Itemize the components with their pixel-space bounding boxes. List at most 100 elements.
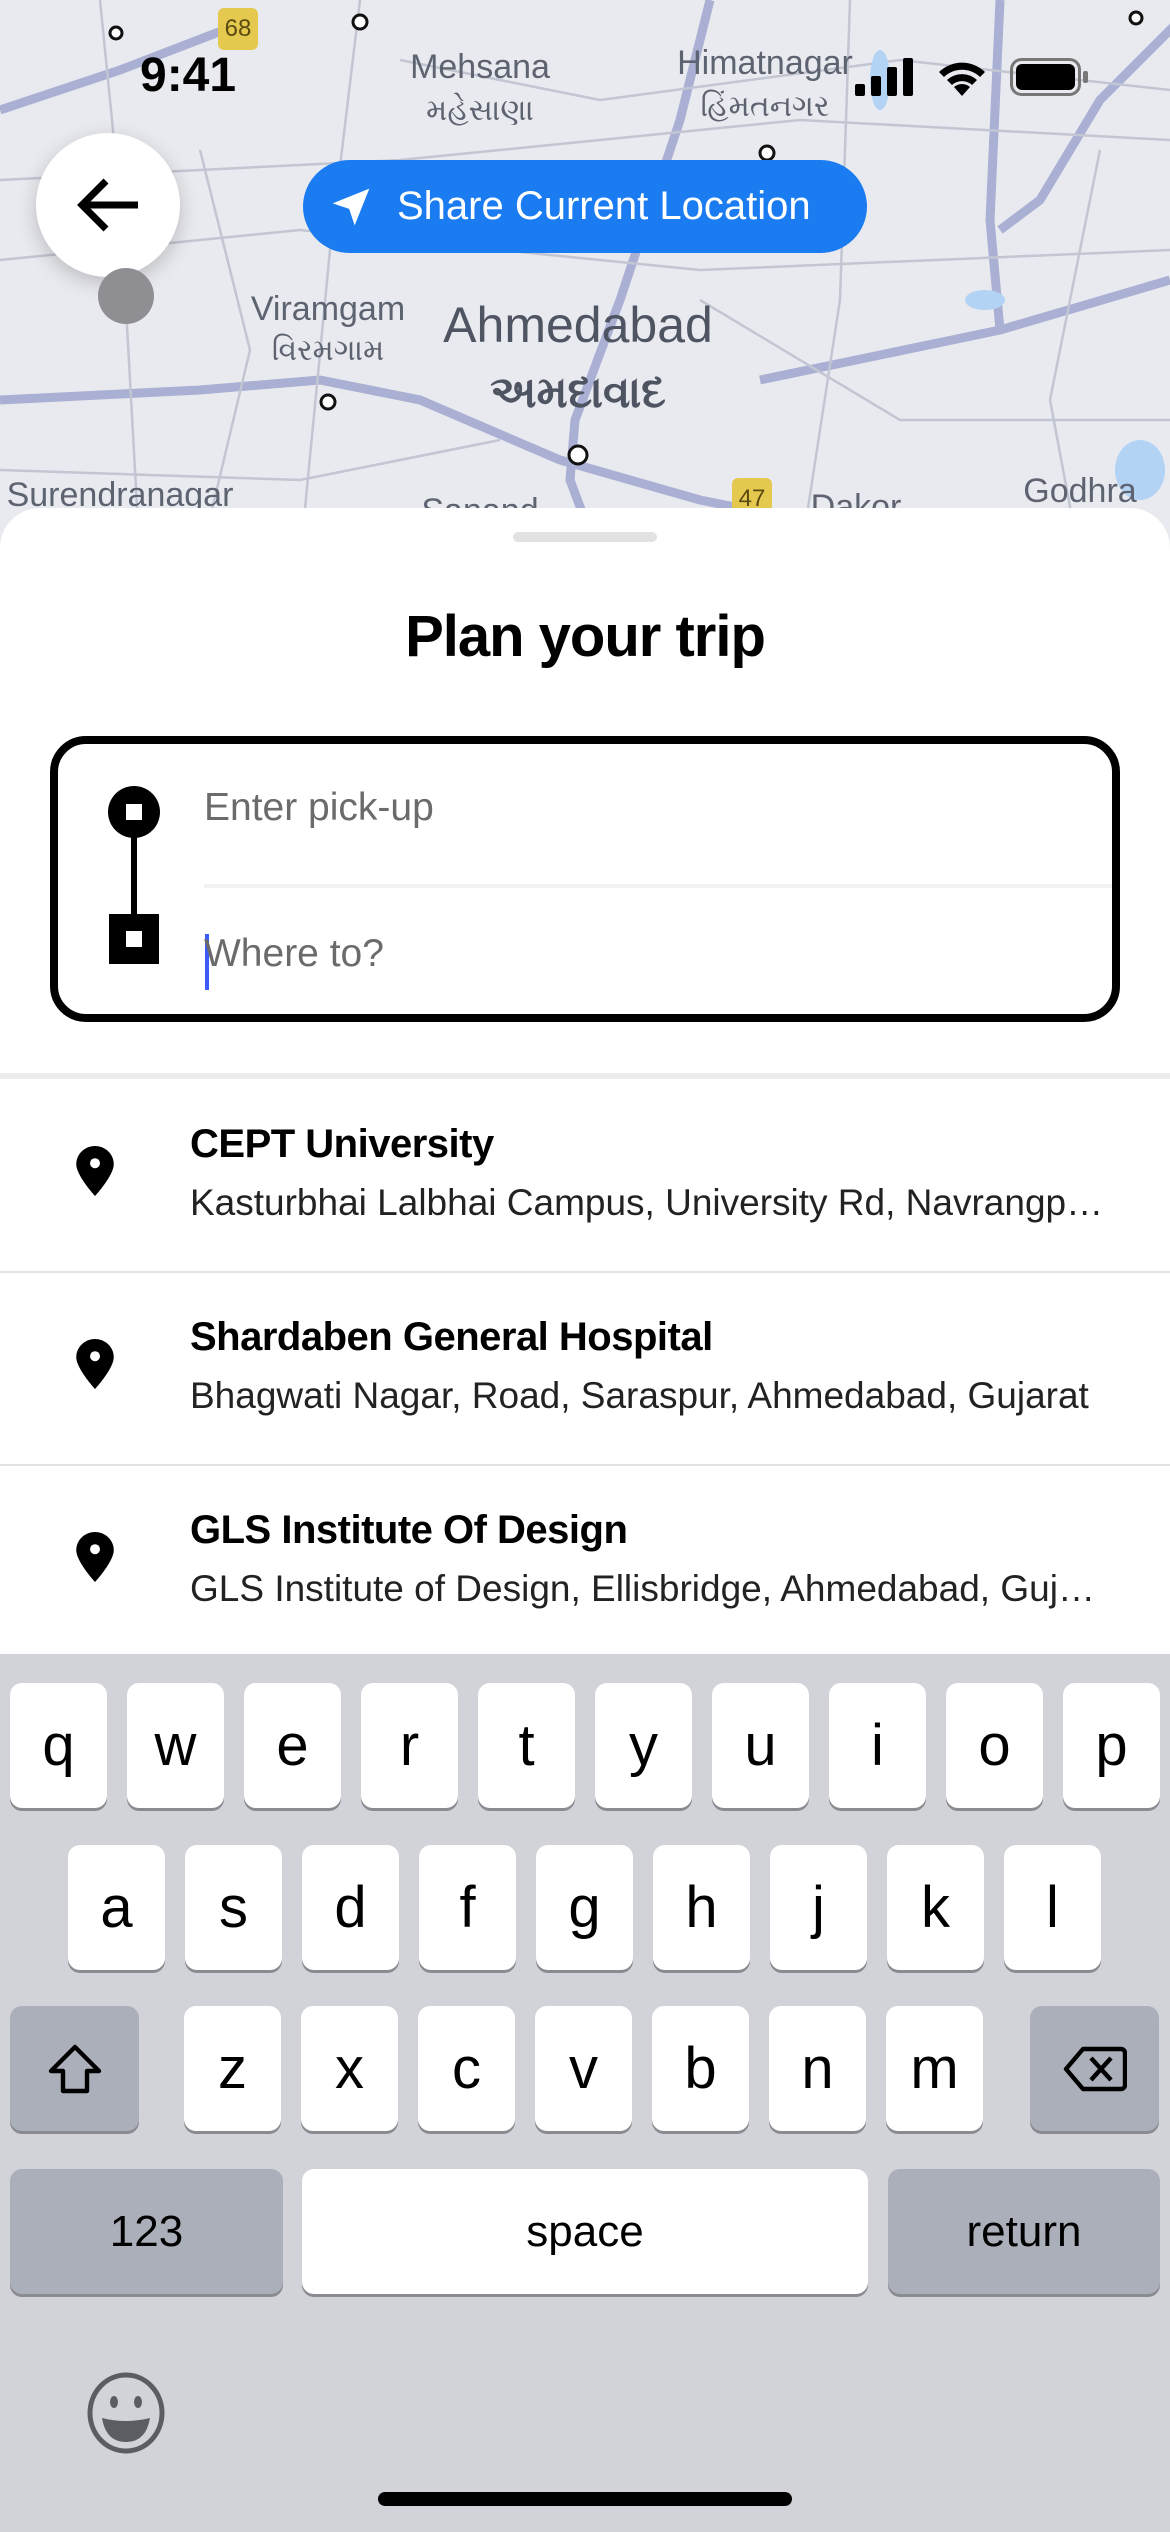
map-label: વિરમગામ <box>271 334 385 367</box>
location-pin-icon <box>76 1146 114 1196</box>
key-f[interactable]: f <box>419 1845 516 1970</box>
key-k[interactable]: k <box>887 1845 984 1970</box>
suggestion-address: GLS Institute of Design, Ellisbridge, Ah… <box>190 1568 1110 1609</box>
key-label: d <box>334 1875 367 1940</box>
key-label: 123 <box>109 2206 184 2256</box>
key-m[interactable]: m <box>886 2006 983 2131</box>
key-label: n <box>801 2036 834 2101</box>
suggestion-item[interactable]: GLS Institute Of Design GLS Institute of… <box>0 1466 1170 1659</box>
key-t[interactable]: t <box>478 1683 575 1808</box>
key-label: f <box>459 1875 476 1940</box>
delete-key[interactable] <box>1030 2006 1159 2131</box>
map-label: Godhra <box>1023 472 1137 510</box>
current-location-dot <box>98 268 154 324</box>
destination-input[interactable]: Where to? <box>204 932 384 976</box>
key-label: p <box>1095 1713 1128 1778</box>
key-c[interactable]: c <box>418 2006 515 2131</box>
key-h[interactable]: h <box>653 1845 750 1970</box>
key-b[interactable]: b <box>652 2006 749 2131</box>
key-a[interactable]: a <box>68 1845 165 1970</box>
key-g[interactable]: g <box>536 1845 633 1970</box>
arrow-left-icon <box>77 178 138 232</box>
key-label: return <box>966 2206 1082 2256</box>
battery-icon <box>1010 58 1088 96</box>
key-z[interactable]: z <box>184 2006 281 2131</box>
map-label-city: Ahmedabad <box>443 297 713 353</box>
key-label: l <box>1046 1875 1059 1940</box>
suggestion-address: Kasturbhai Lalbhai Campus, University Rd… <box>190 1182 1110 1223</box>
key-label: w <box>154 1713 197 1778</box>
return-key[interactable]: return <box>888 2169 1160 2294</box>
shift-icon <box>48 2044 101 2093</box>
key-o[interactable]: o <box>946 1683 1043 1808</box>
keyboard: q w e r t y u i o p a s d f g h j k l z x c v b n m 123 space return <box>0 1654 1170 2532</box>
key-label: o <box>978 1713 1011 1778</box>
key-label: s <box>219 1875 248 1940</box>
key-label: y <box>629 1713 658 1778</box>
key-label: space <box>526 2206 644 2256</box>
status-time: 9:41 <box>140 49 237 102</box>
shift-key[interactable] <box>10 2006 139 2131</box>
emoji-icon[interactable] <box>86 2372 166 2454</box>
key-e[interactable]: e <box>244 1683 341 1808</box>
suggestion-title: GLS Institute Of Design <box>190 1508 628 1552</box>
backspace-icon <box>1063 2046 1127 2091</box>
key-l[interactable]: l <box>1004 1845 1101 1970</box>
key-u[interactable]: u <box>712 1683 809 1808</box>
suggestion-item[interactable]: Shardaben General Hospital Bhagwati Naga… <box>0 1273 1170 1466</box>
key-j[interactable]: j <box>770 1845 867 1970</box>
key-i[interactable]: i <box>829 1683 926 1808</box>
key-label: z <box>218 2036 247 2101</box>
key-r[interactable]: r <box>361 1683 458 1808</box>
numbers-key[interactable]: 123 <box>10 2169 283 2294</box>
sheet-drag-handle[interactable] <box>513 532 657 542</box>
pickup-input[interactable]: Enter pick-up <box>204 786 434 830</box>
key-label: i <box>871 1713 884 1778</box>
key-label: x <box>335 2036 364 2101</box>
key-label: r <box>399 1713 420 1778</box>
key-label: h <box>685 1875 718 1940</box>
key-label: u <box>744 1713 777 1778</box>
key-label: k <box>921 1875 950 1940</box>
share-location-button[interactable]: Share Current Location <box>303 160 867 253</box>
suggestion-address: Bhagwati Nagar, Road, Saraspur, Ahmedaba… <box>190 1375 1089 1416</box>
navigation-arrow-icon <box>332 188 370 225</box>
map-label: Viramgam <box>250 290 406 328</box>
key-s[interactable]: s <box>185 1845 282 1970</box>
key-v[interactable]: v <box>535 2006 632 2131</box>
key-w[interactable]: w <box>127 1683 224 1808</box>
key-p[interactable]: p <box>1063 1683 1160 1808</box>
plan-trip-sheet: Plan your trip Enter pick-up Where to? C… <box>0 508 1170 1668</box>
location-pin-icon <box>76 1339 114 1389</box>
key-label: e <box>276 1713 309 1778</box>
suggestion-title: CEPT University <box>190 1122 494 1166</box>
space-key[interactable]: space <box>302 2169 868 2294</box>
share-location-label: Share Current Location <box>397 184 811 228</box>
suggestion-item[interactable]: CEPT University Kasturbhai Lalbhai Campu… <box>0 1080 1170 1273</box>
wifi-icon <box>939 62 985 96</box>
key-label: t <box>518 1713 535 1778</box>
key-label: m <box>910 2036 959 2101</box>
key-label: j <box>812 1875 825 1940</box>
key-label: a <box>100 1875 133 1940</box>
location-pin-icon <box>76 1532 114 1582</box>
key-n[interactable]: n <box>769 2006 866 2131</box>
back-button[interactable] <box>36 133 180 277</box>
home-indicator <box>378 2492 792 2506</box>
route-line-icon <box>108 786 160 964</box>
status-bar: 9:41 <box>0 0 1170 130</box>
section-divider <box>0 1073 1170 1079</box>
key-label: v <box>569 2036 598 2101</box>
key-label: c <box>452 2036 481 2101</box>
key-y[interactable]: y <box>595 1683 692 1808</box>
suggestion-title: Shardaben General Hospital <box>190 1315 713 1359</box>
key-label: b <box>684 2036 717 2101</box>
key-x[interactable]: x <box>301 2006 398 2131</box>
map-label-city: અમદાવાદ <box>490 368 666 417</box>
key-d[interactable]: d <box>302 1845 399 1970</box>
key-q[interactable]: q <box>10 1683 107 1808</box>
key-label: g <box>568 1875 601 1940</box>
route-input-box: Enter pick-up Where to? <box>50 736 1120 1022</box>
key-label: q <box>42 1713 75 1778</box>
sheet-title: Plan your trip <box>405 604 766 669</box>
